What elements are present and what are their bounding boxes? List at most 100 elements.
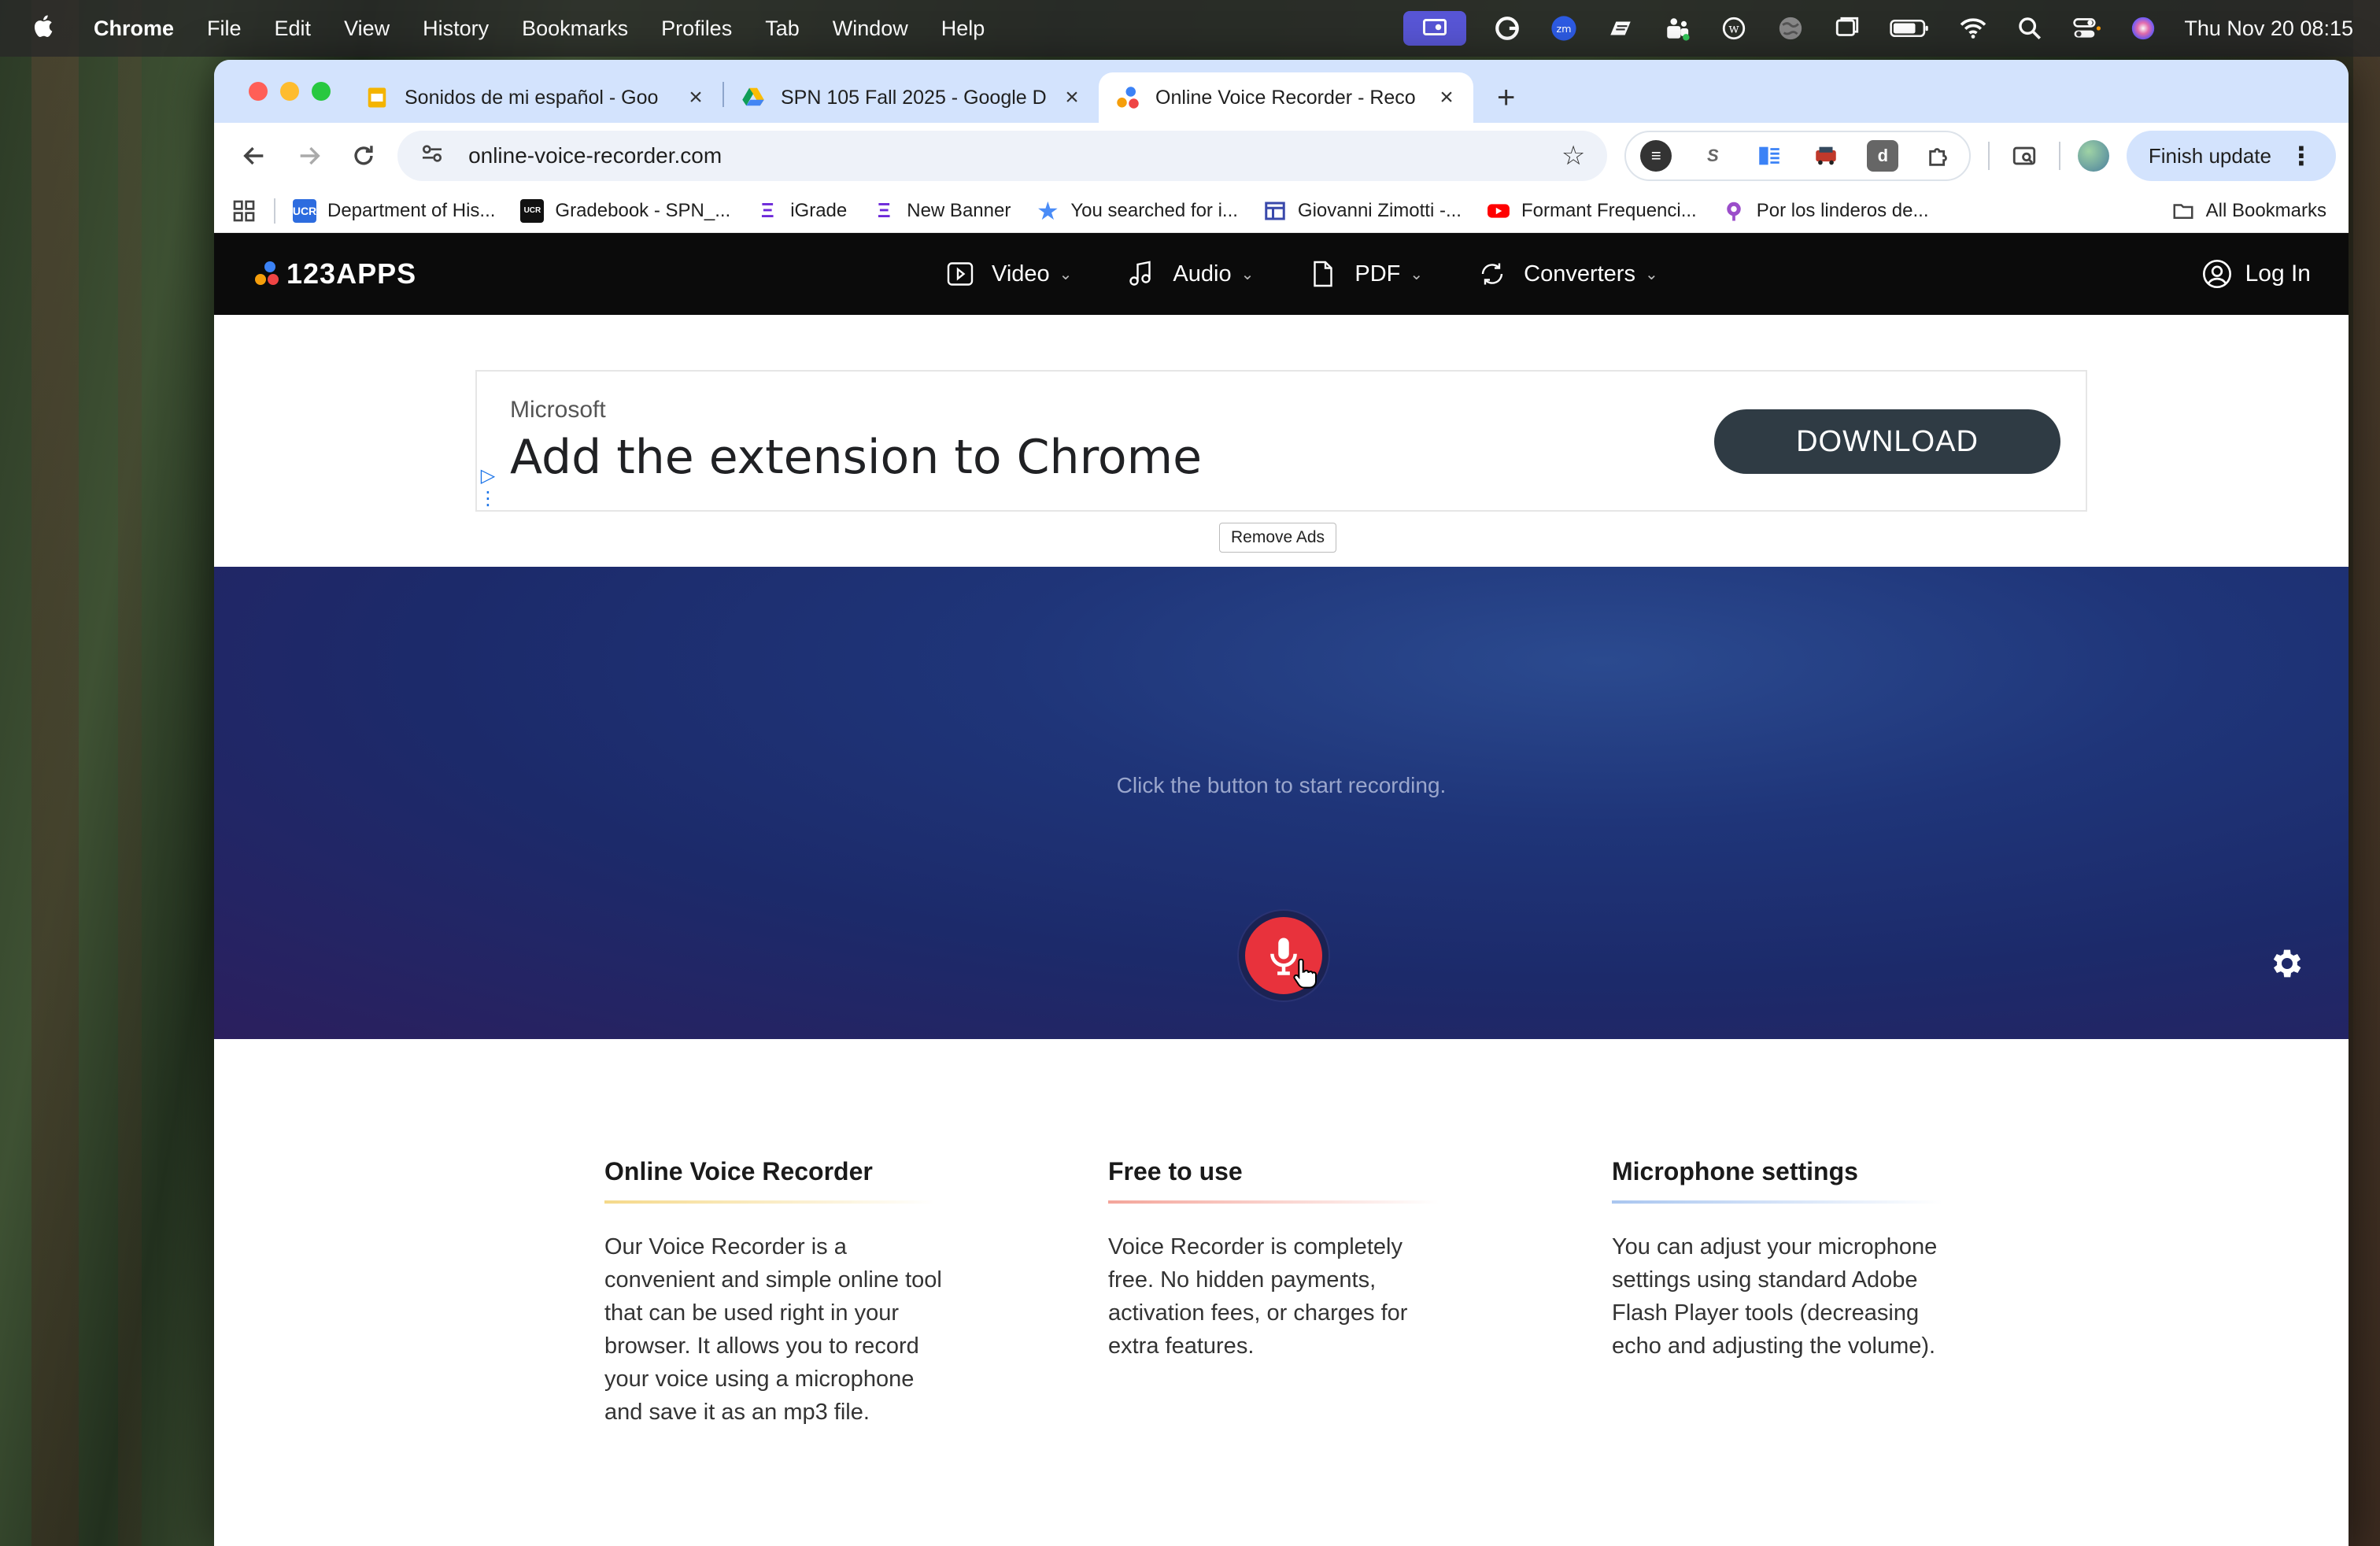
converters-icon — [1481, 263, 1503, 285]
settings-gear-icon[interactable] — [2267, 945, 2304, 982]
tab-voice-recorder[interactable]: Online Voice Recorder - Reco × — [1099, 72, 1473, 123]
close-window-button[interactable] — [249, 82, 268, 101]
bookmark-label: Por los linderos de... — [1756, 199, 1929, 221]
ucr-icon: UCR — [293, 198, 316, 223]
apple-menu-icon[interactable] — [31, 13, 55, 44]
window-controls — [249, 82, 331, 101]
search-icon[interactable] — [2014, 15, 2046, 42]
ad-brand: Microsoft — [510, 397, 606, 423]
site-nav: Video ⌄ Audio ⌄ PDF ⌄ Converters ⌄ — [946, 260, 1658, 288]
tab-title: Sonidos de mi español - Goo — [405, 86, 659, 109]
site-settings-icon[interactable] — [419, 141, 445, 172]
nav-audio[interactable]: Audio ⌄ — [1127, 260, 1254, 288]
bookmark-item[interactable]: Por los linderos de... — [1722, 199, 1929, 223]
bookmark-label: Giovanni Zimotti -... — [1297, 199, 1462, 221]
background-tree — [118, 0, 142, 1546]
nav-video[interactable]: Video ⌄ — [946, 260, 1072, 288]
bookmark-item[interactable]: Giovanni Zimotti -... — [1263, 199, 1462, 223]
bookmark-item[interactable]: Formant Frequenci... — [1487, 199, 1697, 223]
minimize-window-button[interactable] — [280, 82, 299, 101]
menubar-clock[interactable]: Thu Nov 20 08:15 — [2184, 17, 2353, 41]
bookmarks-bar: UCR Department of His... UCR Gradebook -… — [214, 189, 2349, 233]
bookmark-item[interactable]: Ξ New Banner — [872, 198, 1011, 223]
feature-body: You can adjust your microphone settings … — [1612, 1234, 1938, 1359]
url-text[interactable]: online-voice-recorder.com — [468, 143, 722, 168]
nav-converters[interactable]: Converters ⌄ — [1478, 260, 1658, 288]
feature-body: Voice Recorder is completely free. No hi… — [1108, 1234, 1408, 1359]
gmail-icon[interactable] — [1605, 15, 1636, 42]
bookmark-item[interactable]: UCR Department of His... — [293, 198, 495, 223]
site-logo[interactable]: 123APPS — [250, 257, 416, 290]
menu-window[interactable]: Window — [833, 17, 908, 41]
menu-profiles[interactable]: Profiles — [661, 17, 732, 41]
feature-online-recorder: Online Voice Recorder Our Voice Recorder… — [604, 1157, 943, 1429]
nav-pdf[interactable]: PDF ⌄ — [1309, 260, 1423, 288]
chevron-down-icon: ⌄ — [1410, 265, 1424, 283]
feature-title: Free to use — [1108, 1157, 1243, 1185]
tab-spn105[interactable]: SPN 105 Fall 2025 - Google D × — [724, 72, 1099, 123]
close-tab-icon[interactable]: × — [1059, 84, 1085, 111]
bookmark-item[interactable]: ★ You searched for i... — [1036, 196, 1238, 225]
bookmark-item[interactable]: UCR Gradebook - SPN_... — [520, 198, 731, 223]
login-button[interactable]: Log In — [2201, 258, 2311, 290]
nav-converters-label: Converters — [1524, 261, 1635, 287]
forward-button[interactable] — [282, 128, 337, 183]
menu-view[interactable]: View — [344, 17, 390, 41]
extensions-group: ≡ S d — [1624, 131, 1972, 181]
all-bookmarks-button[interactable]: All Bookmarks — [2171, 199, 2326, 223]
apps-grid-icon[interactable] — [231, 198, 257, 224]
battery-icon[interactable] — [1888, 15, 1932, 42]
menu-help[interactable]: Help — [941, 17, 985, 41]
nav-pdf-label: PDF — [1354, 261, 1401, 287]
address-bar[interactable]: online-voice-recorder.com ☆ — [397, 131, 1608, 181]
bookmark-label: New Banner — [907, 199, 1011, 221]
adchoices-icon[interactable]: ▷ ⋮ — [477, 464, 499, 510]
wikipedia-icon[interactable]: w — [1718, 15, 1750, 42]
menu-file[interactable]: File — [207, 17, 242, 41]
bookmark-item[interactable]: Ξ iGrade — [756, 198, 847, 223]
close-tab-icon[interactable]: × — [683, 84, 708, 111]
extension-s-icon[interactable]: S — [1697, 140, 1728, 172]
new-tab-button[interactable]: + — [1497, 72, 1515, 123]
bookmark-star-icon[interactable]: ☆ — [1561, 140, 1585, 172]
bookmark-label: Gradebook - SPN_... — [555, 199, 731, 221]
tab-strip: Sonidos de mi español - Goo × SPN 105 Fa… — [214, 60, 2349, 123]
menu-history[interactable]: History — [423, 17, 489, 41]
nav-audio-label: Audio — [1173, 261, 1232, 287]
extension-spotify-icon[interactable]: ≡ — [1640, 140, 1672, 172]
window-icon[interactable] — [1831, 15, 1863, 42]
svg-text:w: w — [1729, 22, 1740, 36]
ad-headline[interactable]: Add the extension to Chrome — [510, 430, 1202, 485]
feature-underline — [604, 1200, 935, 1204]
close-tab-icon[interactable]: × — [1434, 84, 1459, 111]
tab-sonidos[interactable]: Sonidos de mi español - Goo × — [348, 72, 722, 123]
menu-edit[interactable]: Edit — [275, 17, 312, 41]
back-button[interactable] — [227, 128, 282, 183]
menu-app-name[interactable]: Chrome — [94, 17, 174, 41]
star-icon: ★ — [1036, 196, 1059, 225]
extension-car-icon[interactable] — [1810, 140, 1842, 172]
teams-icon[interactable] — [1661, 15, 1693, 42]
extension-reader-icon[interactable] — [1754, 140, 1785, 172]
finish-update-button[interactable]: Finish update ⋮ — [2126, 131, 2336, 181]
screen-share-icon[interactable] — [1403, 11, 1467, 46]
zoom-window-button[interactable] — [312, 82, 331, 101]
ad-banner[interactable]: Microsoft Add the extension to Chrome ▷ ⋮… — [475, 370, 2087, 512]
zoom-icon[interactable]: zm — [1548, 15, 1580, 42]
extension-d-icon[interactable]: d — [1867, 140, 1899, 172]
more-menu-icon[interactable]: ⋮ — [2289, 141, 2314, 171]
wifi-icon[interactable] — [1957, 15, 1989, 42]
menu-bookmarks[interactable]: Bookmarks — [522, 17, 628, 41]
ad-download-button[interactable]: DOWNLOAD — [1714, 409, 2060, 474]
control-center-icon[interactable] — [2071, 15, 2102, 42]
siri-icon[interactable] — [2127, 15, 2159, 42]
globe-icon[interactable] — [1775, 15, 1806, 42]
folder-icon — [2171, 199, 2195, 223]
menu-tab[interactable]: Tab — [765, 17, 800, 41]
reload-button[interactable] — [336, 128, 391, 183]
extensions-puzzle-icon[interactable] — [1924, 140, 1955, 172]
profile-avatar[interactable] — [2078, 140, 2109, 172]
remove-ads-button[interactable]: Remove Ads — [1219, 523, 1337, 553]
grammarly-icon[interactable] — [1491, 15, 1523, 42]
tab-search-icon[interactable] — [2007, 139, 2042, 173]
